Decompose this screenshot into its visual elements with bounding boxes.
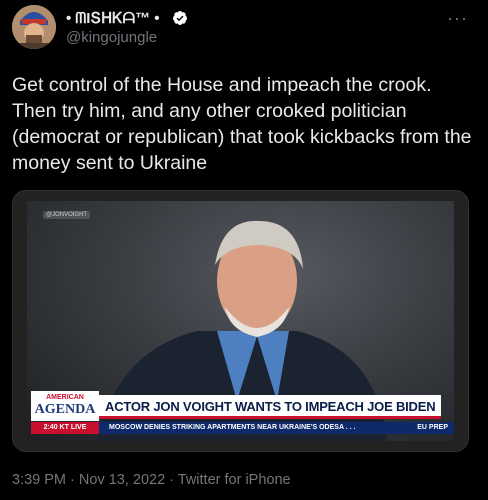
verified-badge-icon (173, 11, 187, 25)
brand-top: AMERICAN (46, 394, 84, 401)
headline-text: ACTOR JON VOIGHT WANTS TO IMPEACH JOE BI… (105, 399, 436, 414)
headline-banner: ACTOR JON VOIGHT WANTS TO IMPEACH JOE BI… (99, 395, 441, 419)
more-horizontal-icon[interactable]: ··· (447, 8, 468, 29)
ticker-text: MOSCOW DENIES STRIKING APARTMENTS NEAR U… (109, 424, 356, 431)
news-ticker: 2:40 KT LIVE MOSCOW DENIES STRIKING APAR… (31, 422, 454, 434)
tweet-timestamp[interactable]: 3:39 PM · Nov 13, 2022 · Twitter for iPh… (12, 472, 291, 488)
show-brand: AMERICAN AGENDA (31, 391, 99, 421)
handle[interactable]: @kingojungle (66, 29, 157, 46)
video-frame[interactable]: @JONVOIGHT AMERICAN AGENDA ACTOR JON VOI… (27, 201, 454, 441)
news-lower-third: AMERICAN AGENDA ACTOR JON VOIGHT WANTS T… (27, 391, 454, 437)
avatar-image (12, 5, 56, 49)
ticker-time: 2:40 KT LIVE (31, 422, 99, 434)
display-name[interactable]: • ᗰIՏᕼᏦᗩ™ • (66, 9, 160, 27)
brand-main: AGENDA (34, 402, 96, 417)
video-card[interactable]: @JONVOIGHT AMERICAN AGENDA ACTOR JON VOI… (12, 190, 469, 452)
tweet-text: Get control of the House and impeach the… (12, 74, 472, 174)
author-row[interactable]: • ᗰIՏᕼᏦᗩ™ • (66, 8, 160, 28)
ticker-right-text: EU PREP (417, 424, 448, 431)
avatar[interactable] (12, 5, 56, 49)
